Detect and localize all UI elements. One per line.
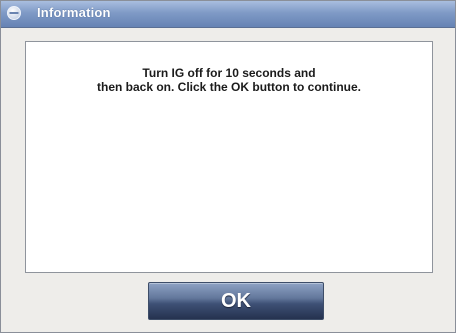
dialog-title: Information (37, 5, 111, 20)
message-line-1: Turn IG off for 10 seconds and (142, 66, 316, 80)
information-dialog: Information Turn IG off for 10 seconds a… (0, 0, 456, 333)
message-text: Turn IG off for 10 seconds and then back… (26, 66, 432, 94)
ok-button[interactable]: OK (148, 282, 324, 320)
message-panel: Turn IG off for 10 seconds and then back… (25, 41, 433, 273)
message-line-2: then back on. Click the OK button to con… (97, 80, 361, 94)
circle-info-icon (7, 6, 21, 20)
dialog-titlebar[interactable]: Information (1, 1, 455, 28)
